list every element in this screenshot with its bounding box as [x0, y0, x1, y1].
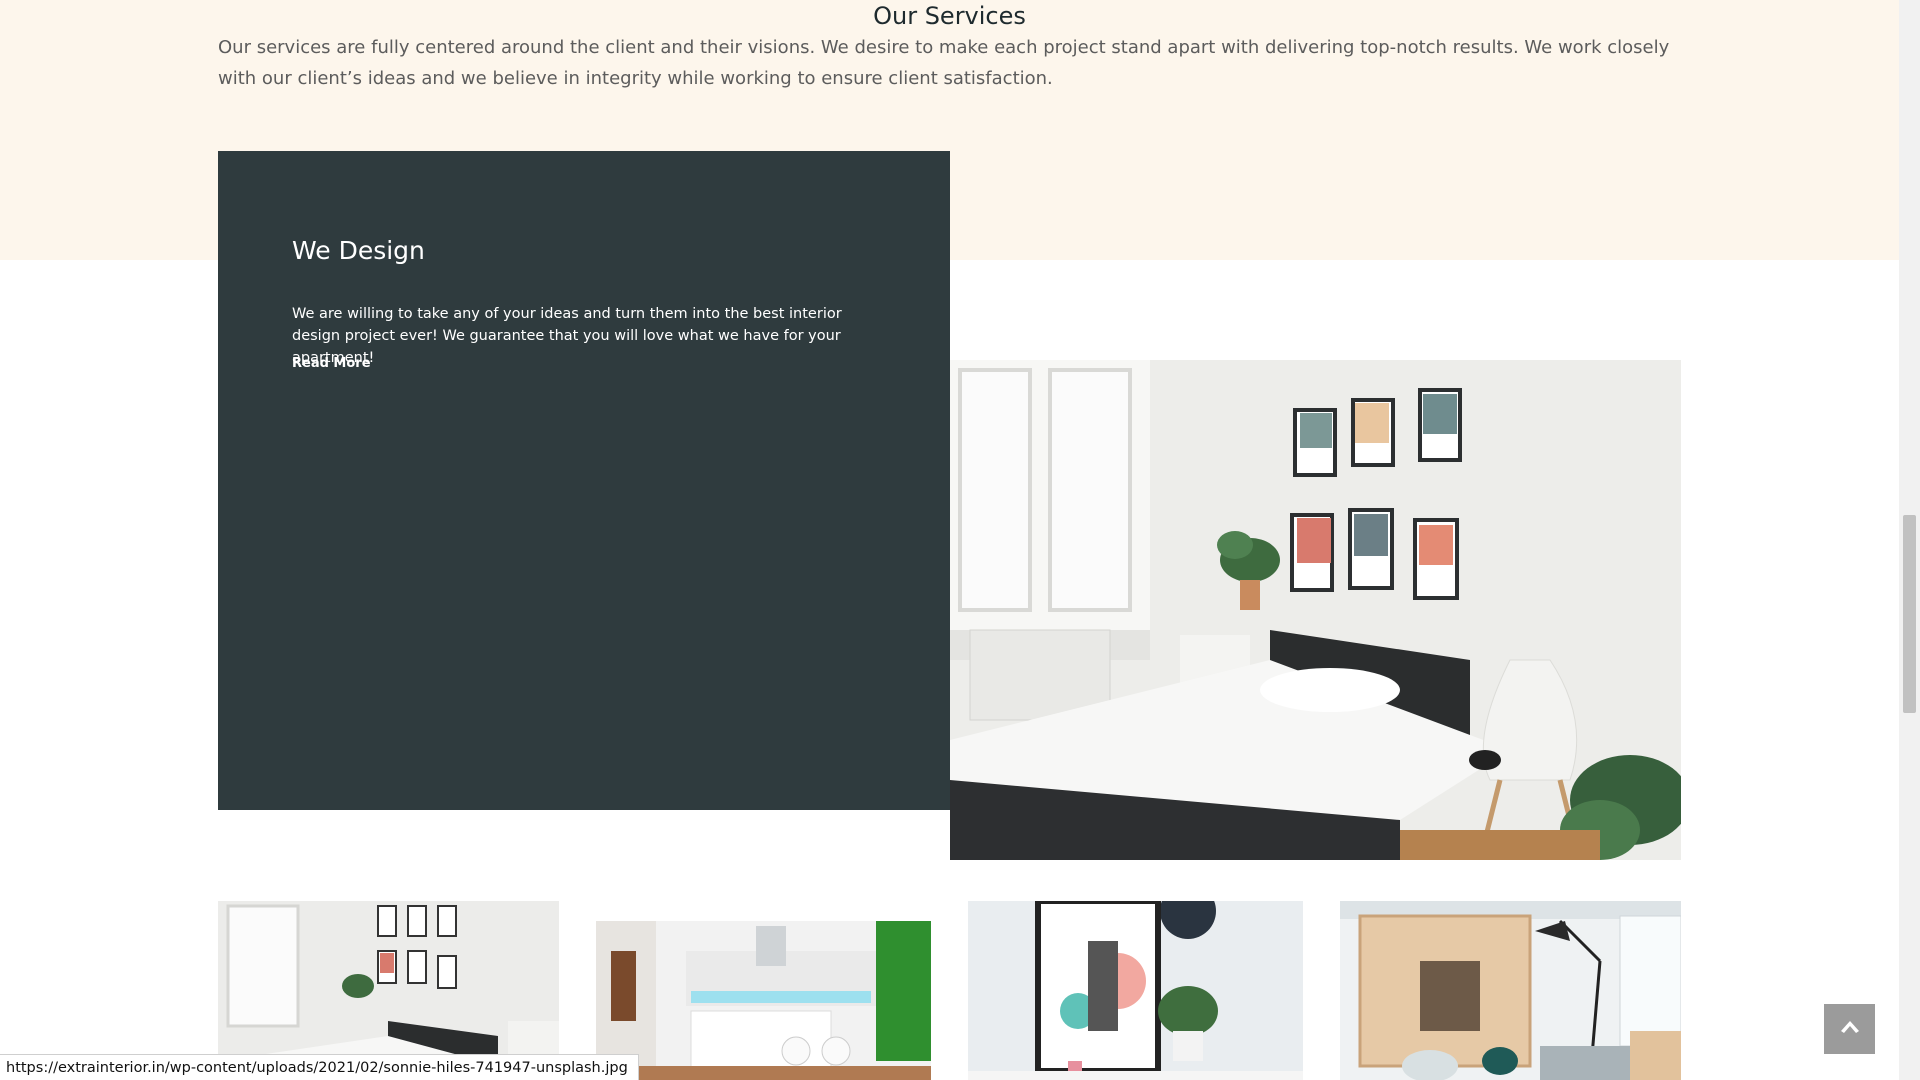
- back-to-top-button[interactable]: [1824, 1004, 1875, 1054]
- read-more-link[interactable]: Read More: [292, 356, 371, 371]
- services-title: Our Services: [873, 2, 1026, 30]
- gallery-thumbnail-poster[interactable]: [968, 901, 1303, 1080]
- chevron-up-icon: [1840, 1020, 1859, 1038]
- gallery-thumbnail-living-room[interactable]: [1340, 901, 1681, 1080]
- design-card-title: We Design: [292, 236, 425, 265]
- services-intro-text: Our services are fully centered around t…: [218, 37, 1670, 89]
- scrollbar-thumb[interactable]: [1903, 515, 1916, 713]
- bedroom-photo: [950, 360, 1681, 860]
- design-card-text: We are willing to take any of your ideas…: [292, 306, 842, 366]
- design-card: We Design We are willing to take any of …: [218, 151, 950, 810]
- page-scrollbar[interactable]: [1899, 0, 1920, 1080]
- gallery-thumbnail-kitchen[interactable]: [596, 901, 931, 1080]
- status-bar-url: https://extrainterior.in/wp-content/uplo…: [0, 1054, 639, 1080]
